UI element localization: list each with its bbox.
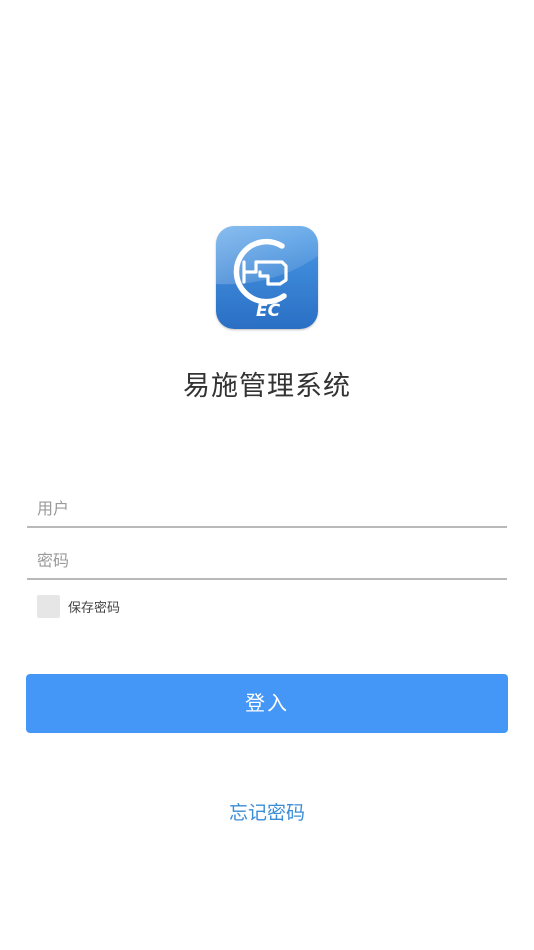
remember-password-label: 保存密码	[68, 600, 121, 616]
login-screen: EC 易施管理系统 保存密码 登入 忘记密码	[0, 0, 534, 950]
remember-password-row[interactable]: 保存密码	[37, 594, 120, 618]
ec-logo-icon: EC	[216, 226, 318, 329]
svg-text:EC: EC	[256, 301, 281, 321]
password-input[interactable]	[37, 546, 497, 574]
forgot-password-link[interactable]: 忘记密码	[0, 798, 534, 825]
username-input[interactable]	[37, 494, 497, 522]
remember-password-checkbox[interactable]	[37, 594, 60, 618]
username-field	[27, 488, 507, 528]
login-button[interactable]: 登入	[26, 674, 508, 733]
password-field	[27, 540, 507, 580]
app-title: 易施管理系统	[183, 371, 351, 402]
